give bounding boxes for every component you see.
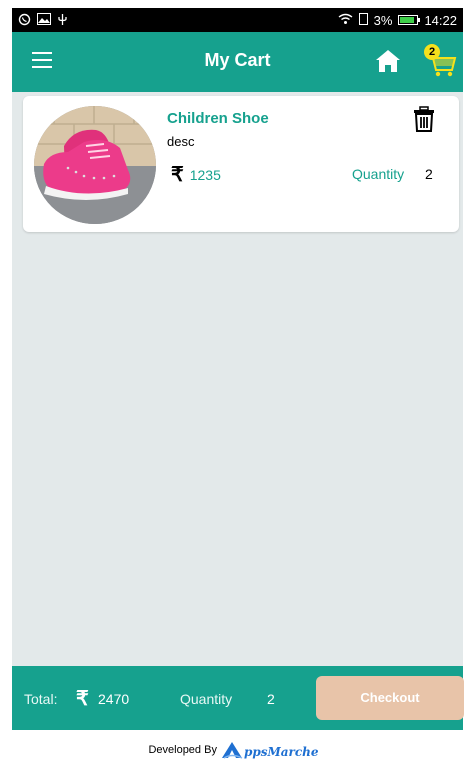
total-quantity-label: Quantity bbox=[180, 691, 233, 707]
quantity-label: Quantity bbox=[352, 166, 405, 182]
status-right-icons: 3% 14:22 bbox=[338, 13, 457, 28]
appsmarche-logo: ppsMarche bbox=[221, 741, 319, 759]
total-quantity-value: 2 bbox=[267, 691, 275, 707]
quantity-value: 2 bbox=[425, 166, 433, 182]
app-screen: 3% 14:22 My Cart 2 Children Shoe desc ₹ … bbox=[0, 0, 467, 766]
cart-badge: 2 bbox=[424, 44, 440, 60]
status-left-icons bbox=[18, 13, 68, 28]
bottom-bar: Total: ₹ 2470 Quantity 2 Checkout bbox=[12, 666, 464, 730]
battery-icon bbox=[398, 15, 421, 25]
image-icon bbox=[37, 13, 51, 27]
product-name: Children Shoe bbox=[167, 110, 269, 127]
product-image bbox=[34, 106, 156, 224]
cart-content: Children Shoe desc ₹ 1235 Quantity 2 bbox=[12, 92, 463, 666]
cart-item[interactable]: Children Shoe desc ₹ 1235 Quantity 2 bbox=[23, 96, 459, 232]
delete-icon[interactable] bbox=[412, 106, 436, 132]
brand-name: ppsMarche bbox=[243, 745, 319, 759]
usb-icon bbox=[57, 13, 68, 28]
appsmarche-logo-icon bbox=[221, 742, 243, 759]
status-bar: 3% 14:22 bbox=[12, 8, 463, 32]
checkout-button[interactable]: Checkout bbox=[316, 676, 464, 720]
developed-by-label: Developed By bbox=[148, 744, 217, 756]
whatsapp-icon bbox=[18, 13, 31, 28]
rupee-icon: ₹ bbox=[76, 688, 89, 710]
home-icon[interactable] bbox=[374, 48, 402, 74]
app-bar: My Cart 2 bbox=[12, 32, 463, 92]
cart-button[interactable]: 2 bbox=[422, 44, 458, 78]
total-label: Total: bbox=[24, 691, 58, 707]
total-value: 2470 bbox=[98, 691, 130, 707]
price-row: ₹ 1235 bbox=[171, 162, 221, 187]
wifi-icon bbox=[338, 13, 353, 27]
rupee-icon: ₹ bbox=[171, 164, 184, 186]
product-price: 1235 bbox=[189, 166, 221, 183]
sim-icon bbox=[358, 13, 368, 27]
battery-percent: 3% bbox=[373, 12, 393, 28]
product-description: desc bbox=[167, 134, 195, 149]
clock-time: 14:22 bbox=[424, 12, 457, 28]
developer-credit: Developed By ppsMarche bbox=[0, 734, 467, 766]
